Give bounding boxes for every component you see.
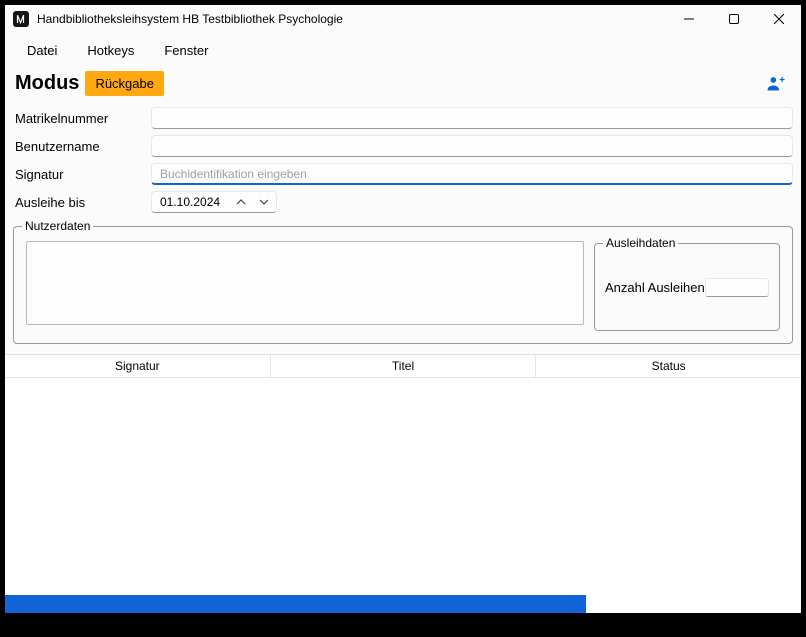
form-row-benutzername: Benutzername — [11, 132, 793, 160]
form-row-signatur: Signatur — [11, 160, 793, 188]
progress-bar — [5, 595, 801, 613]
form-row-ausleihe-bis: Ausleihe bis — [11, 188, 793, 216]
results-table: Signatur Titel Status — [5, 354, 801, 595]
close-button[interactable] — [756, 5, 801, 33]
menu-item-datei[interactable]: Datei — [15, 38, 69, 63]
nutzerdaten-body: Ausleihdaten Anzahl Ausleihen — [14, 227, 792, 343]
menu-item-fenster[interactable]: Fenster — [152, 38, 220, 63]
table-body — [5, 378, 801, 595]
mode-rueckgabe-button[interactable]: Rückgabe — [85, 71, 164, 96]
ausleihe-bis-date-control — [151, 191, 277, 213]
app-window: Handbibliotheksleihsystem HB Testbibliot… — [5, 5, 801, 613]
userdata-textarea[interactable] — [26, 241, 584, 325]
table-header-row: Signatur Titel Status — [5, 354, 801, 378]
table-header-signatur: Signatur — [5, 355, 271, 377]
chevron-down-icon — [259, 199, 269, 205]
matrikelnummer-label: Matrikelnummer — [11, 111, 151, 126]
anzahl-row: Anzahl Ausleihen — [595, 278, 779, 297]
nutzerdaten-groupbox: Nutzerdaten Ausleihdaten Anzahl Ausleihe… — [13, 226, 793, 344]
ausleihdaten-title: Ausleihdaten — [603, 236, 678, 250]
benutzername-label: Benutzername — [11, 139, 151, 154]
signatur-label: Signatur — [11, 167, 151, 182]
ausleihdaten-groupbox: Ausleihdaten Anzahl Ausleihen — [594, 243, 780, 331]
ausleihe-bis-label: Ausleihe bis — [11, 195, 151, 210]
titlebar: Handbibliotheksleihsystem HB Testbibliot… — [5, 5, 801, 33]
date-decrement-button[interactable] — [253, 193, 275, 211]
window-title: Handbibliotheksleihsystem HB Testbibliot… — [37, 12, 343, 26]
nutzerdaten-title: Nutzerdaten — [22, 219, 93, 233]
close-icon — [774, 14, 784, 24]
menu-item-hotkeys[interactable]: Hotkeys — [75, 38, 146, 63]
chevron-up-icon — [236, 199, 246, 205]
minimize-icon — [684, 14, 694, 24]
table-header-titel: Titel — [271, 355, 537, 377]
progress-fill — [5, 595, 586, 613]
menubar: Datei Hotkeys Fenster — [5, 33, 801, 67]
signatur-input[interactable] — [151, 163, 793, 185]
form: Matrikelnummer Benutzername Signatur Aus… — [5, 102, 801, 216]
ausleihe-bis-input[interactable] — [152, 195, 230, 209]
anzahl-ausleihen-input[interactable] — [705, 278, 769, 297]
maximize-button[interactable] — [711, 5, 756, 33]
mode-heading: Modus — [15, 72, 79, 95]
table-header-status: Status — [536, 355, 801, 377]
matrikelnummer-input[interactable] — [151, 107, 793, 129]
add-user-icon[interactable] — [765, 74, 785, 94]
minimize-button[interactable] — [666, 5, 711, 33]
anzahl-ausleihen-label: Anzahl Ausleihen — [605, 280, 705, 295]
maximize-icon — [729, 14, 739, 24]
date-increment-button[interactable] — [230, 193, 252, 211]
mode-row: Modus Rückgabe — [5, 67, 801, 102]
app-icon — [13, 11, 29, 27]
window-controls — [666, 5, 801, 33]
form-row-matrikelnummer: Matrikelnummer — [11, 104, 793, 132]
benutzername-input[interactable] — [151, 135, 793, 157]
